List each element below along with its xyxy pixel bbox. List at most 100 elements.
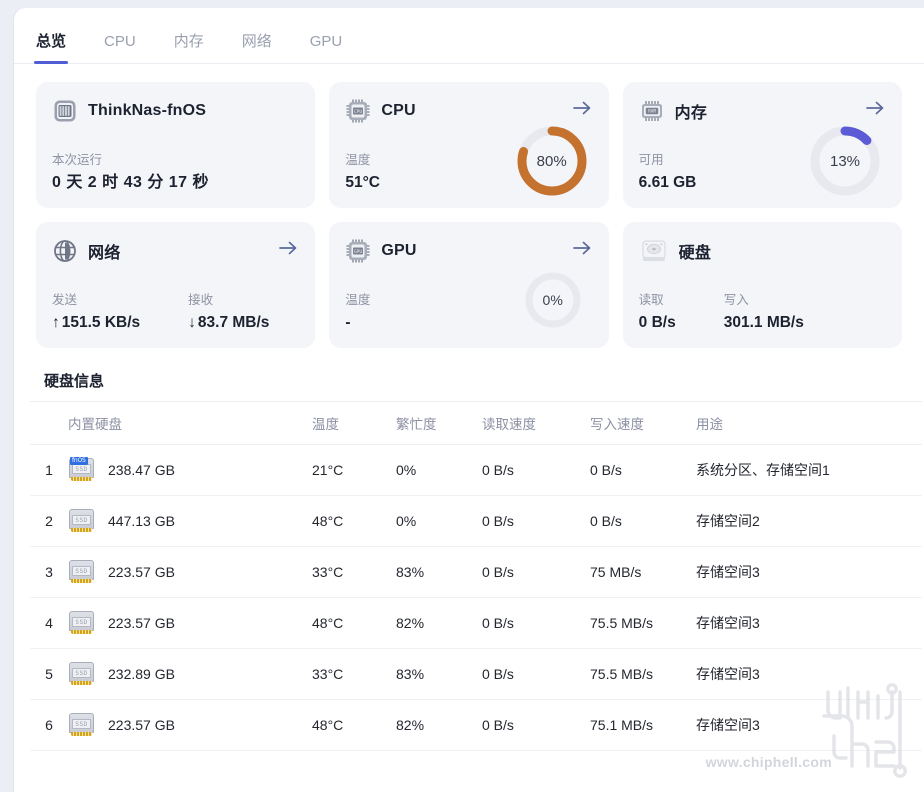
table-row[interactable]: 2 SSD 447.13 GB 48°C 0% 0 B/s 0 B/s 存储空间2 bbox=[30, 495, 922, 547]
header-temp[interactable]: 温度 bbox=[312, 401, 396, 445]
card-metrics: 读取 0 B/s 写入 301.1 MB/s bbox=[639, 294, 804, 332]
card-title: 内存 bbox=[674, 105, 708, 122]
card-title: GPU bbox=[381, 242, 417, 259]
card-metrics: 发送 ↑ 151.5 KB/s 接收 ↓ 83.7 MB/s bbox=[52, 294, 269, 332]
tab-memory[interactable]: 内存 bbox=[172, 34, 206, 63]
header-busy[interactable]: 繁忙度 bbox=[396, 401, 482, 445]
summary-cards: ThinkNas-fnOS 本次运行 0 天 2 时 43 分 17 秒 CPU… bbox=[14, 64, 924, 348]
card-header: GPU GPU bbox=[345, 236, 592, 266]
disk-cell: SSD 447.13 GB bbox=[68, 509, 312, 533]
table-row[interactable]: 6 SSD 223.57 GB 48°C 82% 0 B/s 75.1 MB/s 存储空间3 bbox=[30, 699, 922, 751]
table-row[interactable]: 1 SSD fnOS 238.47 GB 21°C 0% 0 B/s 0 B/s 系统分区、存储… bbox=[30, 444, 922, 496]
metric-download: 接收 ↓ 83.7 MB/s bbox=[188, 294, 269, 332]
metric-value: ↑ 151.5 KB/s bbox=[52, 314, 140, 332]
card-gpu[interactable]: GPU GPU 温度 - 0% bbox=[329, 222, 609, 348]
metric-value: ↓ 83.7 MB/s bbox=[188, 314, 269, 332]
disk-capacity: 223.57 GB bbox=[108, 717, 175, 733]
card-open-arrow-icon[interactable] bbox=[571, 238, 593, 258]
disk-table-head: 内置硬盘 温度 繁忙度 读取速度 写入速度 用途 bbox=[30, 401, 922, 445]
tab-label: 总览 bbox=[36, 33, 67, 50]
svg-text:CPU: CPU bbox=[354, 109, 362, 115]
cell-busy: 0% bbox=[396, 495, 482, 547]
cell-disk: SSD fnOS 238.47 GB bbox=[68, 444, 312, 496]
tab-label: CPU bbox=[104, 33, 136, 50]
card-disk[interactable]: 硬盘 读取 0 B/s 写入 301.1 MB/s bbox=[622, 222, 902, 348]
gauge-percent: 0% bbox=[542, 292, 563, 308]
disk-capacity: 232.89 GB bbox=[108, 666, 175, 682]
card-network[interactable]: 网络 发送 ↑ 151.5 KB/s 接收 ↓ 83.7 MB/s bbox=[36, 222, 316, 348]
metric-value: 301.1 MB/s bbox=[723, 314, 804, 332]
cell-write-speed: 75 MB/s bbox=[590, 546, 696, 598]
card-open-arrow-icon[interactable] bbox=[277, 238, 299, 258]
cell-disk: SSD 447.13 GB bbox=[68, 495, 312, 547]
cell-disk: SSD 223.57 GB bbox=[68, 699, 312, 751]
disk-cell: SSD 223.57 GB bbox=[68, 611, 312, 635]
disk-info-title: 硬盘信息 bbox=[44, 373, 105, 390]
card-memory[interactable]: RAM 内存 可用 6.61 GB 13% bbox=[622, 82, 902, 208]
cell-index: 3 bbox=[30, 546, 68, 598]
cell-busy: 82% bbox=[396, 699, 482, 751]
download-arrow-icon: ↓ bbox=[188, 314, 196, 332]
gpu-usage-gauge: 0% bbox=[523, 270, 583, 330]
cell-index: 5 bbox=[30, 648, 68, 700]
metric-temperature: 温度 51°C bbox=[345, 154, 380, 192]
cell-write-speed: 75.5 MB/s bbox=[590, 648, 696, 700]
cell-write-speed: 0 B/s bbox=[590, 495, 696, 547]
card-metrics: 可用 6.61 GB bbox=[639, 154, 697, 192]
cell-disk: SSD 223.57 GB bbox=[68, 546, 312, 598]
cpu-usage-gauge: 80% bbox=[513, 122, 591, 200]
cell-usage: 存储空间3 bbox=[696, 546, 922, 598]
metric-label: 发送 bbox=[52, 293, 78, 308]
table-row[interactable]: 4 SSD 223.57 GB 48°C 82% 0 B/s 75.5 MB/s 存储空间3 bbox=[30, 597, 922, 649]
disk-cell: SSD 232.89 GB bbox=[68, 662, 312, 686]
cell-index: 2 bbox=[30, 495, 68, 547]
card-open-arrow-icon[interactable] bbox=[571, 98, 593, 118]
disk-cell: SSD fnOS 238.47 GB bbox=[68, 457, 312, 482]
cell-read-speed: 0 B/s bbox=[482, 597, 590, 649]
header-usage[interactable]: 用途 bbox=[696, 401, 922, 445]
metric-label: 写入 bbox=[723, 293, 749, 308]
tab-network[interactable]: 网络 bbox=[240, 34, 274, 63]
card-header: ThinkNas-fnOS bbox=[52, 96, 299, 126]
metric-temperature: 温度 - bbox=[345, 294, 370, 332]
disk-cell: SSD 223.57 GB bbox=[68, 713, 312, 737]
cell-write-speed: 75.1 MB/s bbox=[590, 699, 696, 751]
cell-busy: 83% bbox=[396, 648, 482, 700]
cell-usage: 系统分区、存储空间1 bbox=[696, 444, 922, 496]
tab-gpu[interactable]: GPU bbox=[308, 34, 345, 63]
metric-available: 可用 6.61 GB bbox=[639, 154, 697, 192]
gpu-icon: GPU bbox=[345, 238, 371, 264]
chiphell-logo-icon bbox=[814, 678, 918, 782]
ssd-icon: SSD bbox=[68, 713, 95, 737]
card-metrics: 温度 - bbox=[345, 294, 370, 332]
system-monitor-panel: 总览 CPU 内存 网络 GPU ThinkNas-fnOS 本次运行 0 天 … bbox=[14, 8, 924, 792]
svg-text:RAM: RAM bbox=[648, 109, 656, 114]
metric-value: 0 B/s bbox=[638, 314, 676, 332]
card-title: CPU bbox=[381, 102, 416, 119]
cell-write-speed: 0 B/s bbox=[590, 444, 696, 496]
memory-usage-gauge: 13% bbox=[806, 122, 884, 200]
tab-cpu[interactable]: CPU bbox=[102, 34, 138, 63]
header-disk[interactable]: 内置硬盘 bbox=[68, 401, 312, 445]
table-row[interactable]: 3 SSD 223.57 GB 33°C 83% 0 B/s 75 MB/s 存储空间3 bbox=[30, 546, 922, 598]
cell-usage: 存储空间2 bbox=[696, 495, 922, 547]
cell-temperature: 33°C bbox=[312, 648, 396, 700]
card-title: 硬盘 bbox=[678, 245, 712, 262]
cell-read-speed: 0 B/s bbox=[482, 648, 590, 700]
header-read[interactable]: 读取速度 bbox=[482, 401, 590, 445]
cell-busy: 0% bbox=[396, 444, 482, 496]
card-host[interactable]: ThinkNas-fnOS 本次运行 0 天 2 时 43 分 17 秒 bbox=[36, 82, 316, 208]
card-header: 网络 bbox=[52, 236, 299, 266]
cell-disk: SSD 232.89 GB bbox=[68, 648, 312, 700]
card-title: ThinkNas-fnOS bbox=[88, 102, 207, 119]
table-row[interactable]: 5 SSD 232.89 GB 33°C 83% 0 B/s 75.5 MB/s 存储空间3 bbox=[30, 648, 922, 700]
tab-label: 内存 bbox=[173, 33, 204, 50]
metric-label: 本次运行 bbox=[52, 152, 103, 167]
card-cpu[interactable]: CPU CPU 温度 51°C 80% bbox=[329, 82, 609, 208]
ssd-icon: SSD bbox=[68, 509, 95, 533]
card-open-arrow-icon[interactable] bbox=[864, 98, 886, 118]
metric-upload: 发送 ↑ 151.5 KB/s bbox=[52, 294, 140, 332]
hdd-icon bbox=[639, 238, 669, 264]
header-write[interactable]: 写入速度 bbox=[590, 401, 696, 445]
tab-overview[interactable]: 总览 bbox=[34, 33, 69, 64]
